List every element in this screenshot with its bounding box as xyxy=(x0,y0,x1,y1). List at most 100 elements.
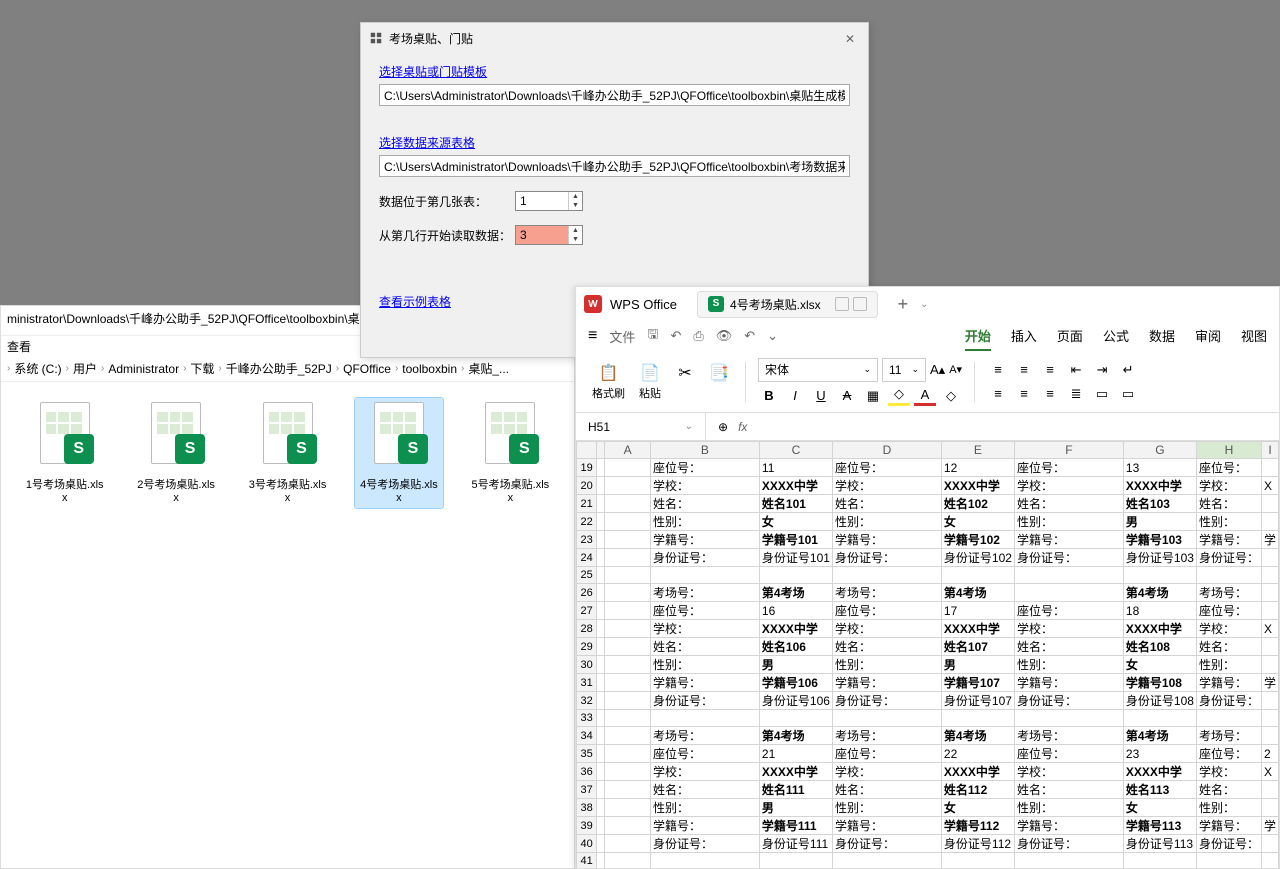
cell[interactable]: 女 xyxy=(1123,656,1196,674)
cell[interactable]: 座位号： xyxy=(650,602,759,620)
cell[interactable]: 学籍号103 xyxy=(1123,531,1196,549)
cell[interactable]: 姓名： xyxy=(650,495,759,513)
row-header[interactable]: 20 xyxy=(577,477,597,495)
tab-close-icon[interactable] xyxy=(853,297,867,311)
cell[interactable]: 学籍号： xyxy=(1196,817,1261,835)
cell[interactable] xyxy=(1123,567,1196,584)
cell[interactable]: 性别： xyxy=(1014,799,1123,817)
crumb[interactable]: QFOffice xyxy=(343,362,391,376)
cell[interactable] xyxy=(1014,584,1123,602)
indent-left-icon[interactable]: ⇤ xyxy=(1065,360,1087,380)
preview-icon[interactable]: 👁 xyxy=(716,328,733,344)
cell[interactable] xyxy=(605,638,651,656)
hamburger-icon[interactable]: ≡ xyxy=(588,327,597,345)
close-button[interactable]: ✕ xyxy=(840,29,860,49)
row-header[interactable]: 41 xyxy=(577,853,597,869)
file-item[interactable]: S4号考场桌贴.xlsx xyxy=(355,398,442,508)
row-header[interactable]: 31 xyxy=(577,674,597,692)
cell[interactable]: 身份证号113 xyxy=(1123,835,1196,853)
cell[interactable]: 23 xyxy=(1123,745,1196,763)
col-header[interactable]: C xyxy=(759,442,832,459)
cell[interactable] xyxy=(605,602,651,620)
cell[interactable]: 姓名： xyxy=(1014,638,1123,656)
cell[interactable]: 学籍号101 xyxy=(759,531,832,549)
cell[interactable]: 身份证号： xyxy=(650,549,759,567)
row-header[interactable]: 33 xyxy=(577,710,597,727)
cell[interactable] xyxy=(605,781,651,799)
spreadsheet-grid[interactable]: ABCDEFGHI19座位号：11座位号：12座位号：13座位号：20学校：XX… xyxy=(576,441,1279,869)
cell[interactable]: 姓名： xyxy=(1196,495,1261,513)
align-top-icon[interactable]: ≡ xyxy=(987,360,1009,380)
merge-icon[interactable]: ▭ xyxy=(1091,384,1113,404)
cell[interactable] xyxy=(605,656,651,674)
cell[interactable] xyxy=(605,817,651,835)
cell[interactable]: 身份证号103 xyxy=(1123,549,1196,567)
cell[interactable] xyxy=(832,710,941,727)
row-header[interactable]: 34 xyxy=(577,727,597,745)
cell[interactable]: 11 xyxy=(759,459,832,477)
font-select[interactable]: 宋体⌄ xyxy=(758,358,878,382)
paste-button[interactable]: 📄粘贴 xyxy=(635,361,665,403)
cell[interactable]: 姓名112 xyxy=(941,781,1014,799)
cell[interactable]: 学校： xyxy=(1196,763,1261,781)
cell[interactable] xyxy=(1261,584,1278,602)
cell[interactable] xyxy=(605,459,651,477)
cell[interactable]: 身份证号： xyxy=(1014,692,1123,710)
row-header[interactable]: 19 xyxy=(577,459,597,477)
crumb[interactable]: 下载 xyxy=(190,360,214,377)
cell[interactable]: 身份证号： xyxy=(1014,835,1123,853)
cell[interactable]: 男 xyxy=(759,799,832,817)
cell[interactable]: 男 xyxy=(759,656,832,674)
cell[interactable]: 学籍号102 xyxy=(941,531,1014,549)
cell[interactable]: 学籍号106 xyxy=(759,674,832,692)
cell[interactable]: 姓名101 xyxy=(759,495,832,513)
cell[interactable]: 姓名： xyxy=(650,638,759,656)
fx-icon[interactable]: fx xyxy=(738,420,747,434)
cell[interactable]: XXXX中学 xyxy=(1123,763,1196,781)
cell[interactable]: 身份证号： xyxy=(1196,549,1261,567)
cell[interactable]: 考场号： xyxy=(1014,727,1123,745)
cell[interactable]: 姓名107 xyxy=(941,638,1014,656)
cell[interactable] xyxy=(941,853,1014,869)
cell[interactable]: 21 xyxy=(759,745,832,763)
cell[interactable]: 身份证号： xyxy=(650,835,759,853)
cell[interactable]: 姓名： xyxy=(832,781,941,799)
cell[interactable] xyxy=(1014,567,1123,584)
cell[interactable] xyxy=(1014,853,1123,869)
crumb[interactable]: 用户 xyxy=(73,360,97,377)
tab-review[interactable]: 审阅 xyxy=(1195,322,1221,351)
col-header[interactable]: B xyxy=(650,442,759,459)
cell[interactable]: 13 xyxy=(1123,459,1196,477)
cell[interactable]: 座位号： xyxy=(1014,602,1123,620)
row-header[interactable]: 38 xyxy=(577,799,597,817)
col-header[interactable]: D xyxy=(832,442,941,459)
cell[interactable]: 学籍号： xyxy=(1196,531,1261,549)
clear-format-button[interactable]: ◇ xyxy=(940,386,962,406)
cell[interactable] xyxy=(1196,710,1261,727)
cell[interactable]: 性别： xyxy=(1196,656,1261,674)
format-painter-button[interactable]: 📋格式刷 xyxy=(588,361,629,403)
cell[interactable]: 座位号： xyxy=(1196,745,1261,763)
cell[interactable] xyxy=(1261,656,1278,674)
cell[interactable]: 学校： xyxy=(1196,620,1261,638)
merge-dropdown-icon[interactable]: ▭ xyxy=(1117,384,1139,404)
cell[interactable]: 女 xyxy=(1123,799,1196,817)
cell[interactable]: 性别： xyxy=(650,799,759,817)
cell[interactable] xyxy=(1123,710,1196,727)
font-color-button[interactable]: A xyxy=(914,386,936,406)
cell[interactable] xyxy=(650,853,759,869)
cell[interactable]: 考场号： xyxy=(832,584,941,602)
cell[interactable] xyxy=(605,495,651,513)
cell[interactable]: XXXX中学 xyxy=(1123,620,1196,638)
cell[interactable]: 姓名108 xyxy=(1123,638,1196,656)
cell[interactable]: 学籍号113 xyxy=(1123,817,1196,835)
cell[interactable]: XXXX中学 xyxy=(941,477,1014,495)
col-header[interactable]: A xyxy=(605,442,651,459)
file-item[interactable]: S2号考场桌贴.xlsx xyxy=(132,398,219,508)
cell[interactable]: 身份证号107 xyxy=(941,692,1014,710)
row-header[interactable]: 35 xyxy=(577,745,597,763)
cell[interactable] xyxy=(1196,567,1261,584)
cell[interactable]: X xyxy=(1261,763,1278,781)
cell[interactable]: 姓名106 xyxy=(759,638,832,656)
cell[interactable]: X xyxy=(1261,477,1278,495)
